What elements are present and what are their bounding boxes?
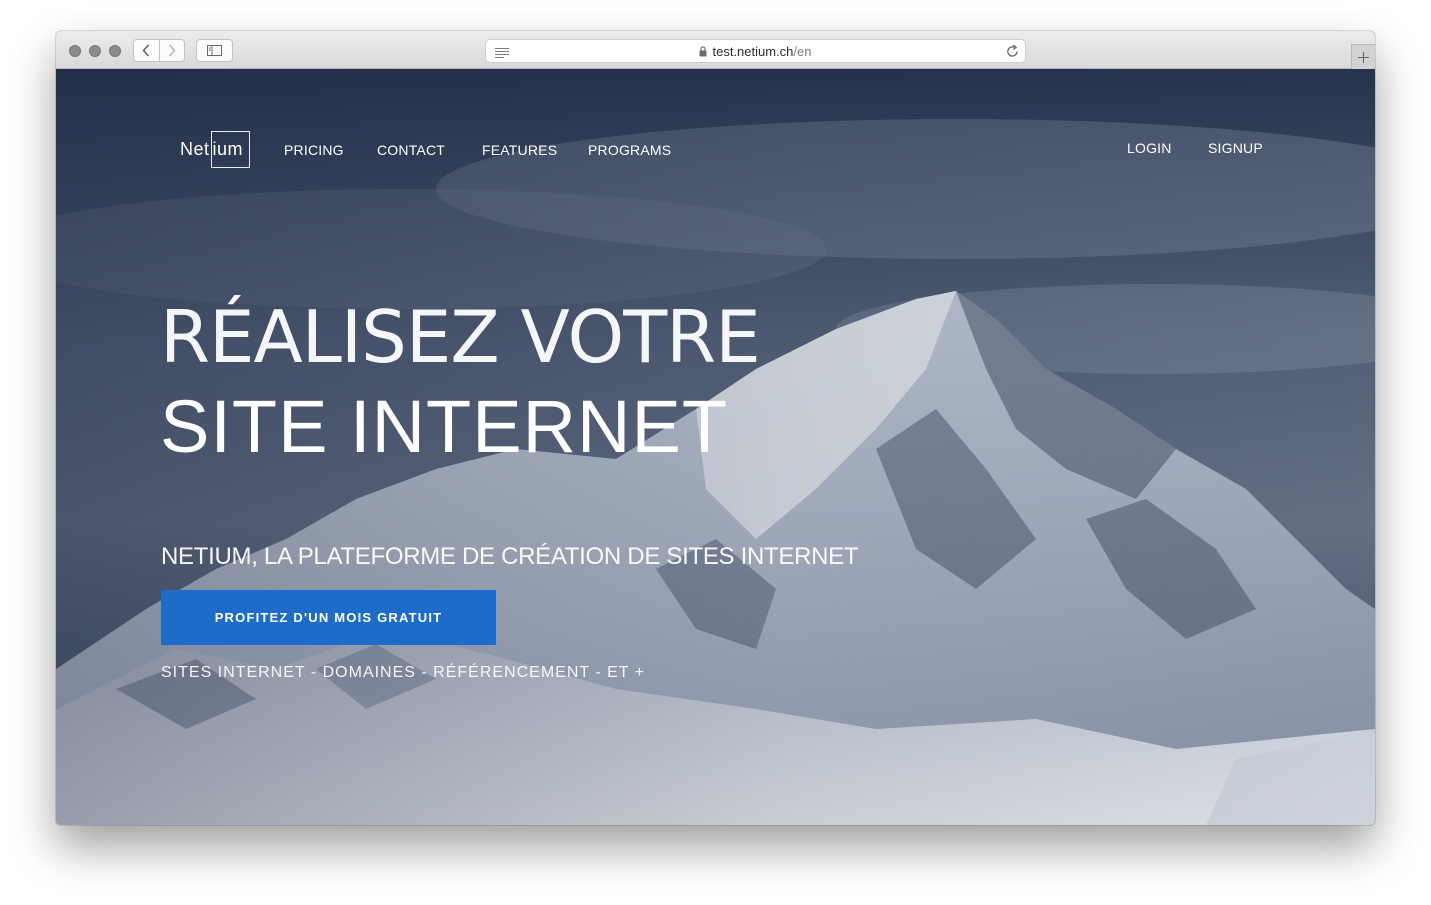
chevron-right-icon [168, 44, 176, 57]
address-bar[interactable]: test.netium.ch/en [485, 39, 1026, 63]
url-host: test.netium.ch [712, 43, 794, 59]
chevron-left-icon [142, 44, 150, 57]
minimize-window-button[interactable] [89, 45, 101, 57]
sidebar-toggle-button[interactable] [196, 39, 233, 62]
url-display: test.netium.ch/en [486, 40, 1025, 62]
history-navigation [133, 39, 185, 62]
browser-toolbar: test.netium.ch/en [56, 31, 1375, 69]
browser-window: test.netium.ch/en Net ium PRICING CONTAC… [56, 31, 1375, 825]
sidebar-icon [207, 45, 222, 56]
signup-link[interactable]: SIGNUP [1208, 140, 1263, 156]
lock-icon [699, 45, 707, 57]
nav-link-features[interactable]: FEATURES [482, 142, 557, 158]
reload-icon [1007, 44, 1018, 57]
hero-headline-line2: SITE INTERNET [160, 385, 729, 468]
url-path: /en [793, 43, 812, 59]
nav-link-pricing[interactable]: PRICING [284, 142, 344, 158]
netium-logo[interactable]: Net ium [180, 130, 251, 168]
services-tagline: SITES INTERNET - DOMAINES - RÉFÉRENCEMEN… [161, 664, 646, 681]
hero-headline-line1: RÉALISEZ VOTRE [160, 295, 761, 379]
logo-text-net: Net [180, 138, 210, 159]
new-tab-button[interactable] [1351, 44, 1375, 69]
logo-text-ium: ium [210, 130, 251, 168]
nav-link-contact[interactable]: CONTACT [377, 142, 445, 158]
plus-icon [1358, 51, 1369, 63]
nav-link-programs[interactable]: PROGRAMS [588, 142, 671, 158]
reload-button[interactable] [1006, 44, 1019, 63]
back-button[interactable] [134, 40, 159, 61]
free-month-cta-button[interactable]: PROFITEZ D'UN MOIS GRATUIT [161, 590, 496, 645]
close-window-button[interactable] [69, 45, 81, 57]
forward-button[interactable] [158, 40, 185, 61]
login-link[interactable]: LOGIN [1127, 140, 1172, 156]
zoom-window-button[interactable] [109, 45, 121, 57]
hero-subtitle: NETIUM, LA PLATEFORME DE CRÉATION DE SIT… [161, 543, 859, 570]
hero-section: Net ium PRICING CONTACT FEATURES PROGRAMS… [56, 69, 1375, 825]
